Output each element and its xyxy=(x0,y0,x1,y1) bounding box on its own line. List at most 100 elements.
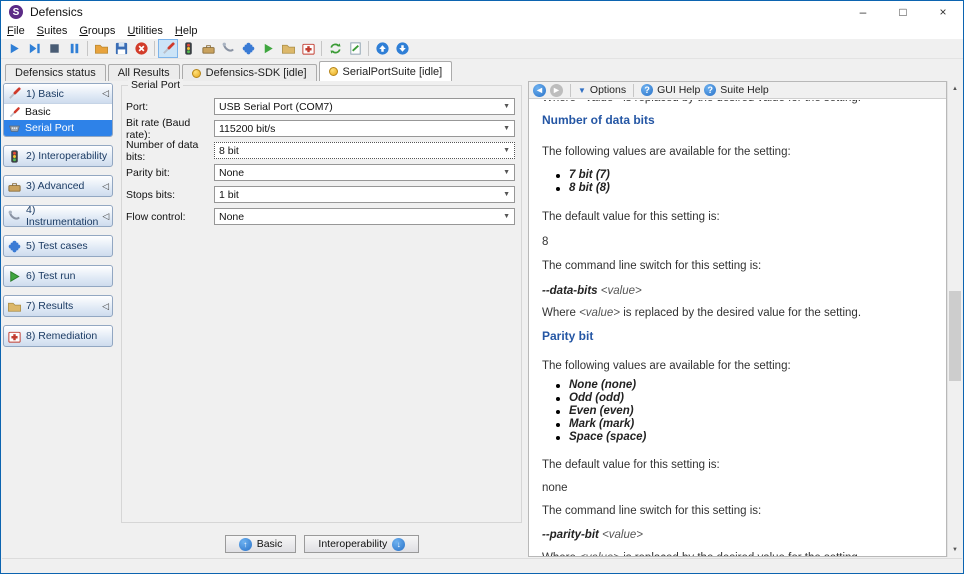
serial-port-groupbox: Serial Port Port: USB Serial Port (COM7)… xyxy=(121,85,522,523)
maximize-button[interactable]: □ xyxy=(883,1,923,23)
pause-icon[interactable] xyxy=(64,39,84,58)
help-text: The following values are available for t… xyxy=(542,359,940,373)
data-bits-select[interactable]: 8 bit▼ xyxy=(214,142,515,159)
compare-settings-icon[interactable] xyxy=(325,39,345,58)
menu-suites[interactable]: Suites xyxy=(31,24,74,38)
defensics-window: S Defensics – □ × File Suites Groups Uti… xyxy=(0,0,964,574)
selected-value: 8 bit xyxy=(219,145,239,157)
flow-control-select[interactable]: None▼ xyxy=(214,208,515,225)
advanced-icon[interactable] xyxy=(198,39,218,58)
test-cases-icon[interactable] xyxy=(238,39,258,58)
sidebar-item-instrumentation[interactable]: 4) Instrumentation ◁ xyxy=(4,206,112,226)
scrollbar-thumb[interactable] xyxy=(949,291,961,381)
port-select[interactable]: USB Serial Port (COM7)▼ xyxy=(214,98,515,115)
run-icon[interactable] xyxy=(4,39,24,58)
field-label-flow-control: Flow control: xyxy=(126,211,214,223)
interoperability-icon[interactable] xyxy=(178,39,198,58)
sidebar-item-label: 1) Basic xyxy=(26,88,64,100)
clipped-line: Where <value> is replaced by the desired… xyxy=(542,100,940,105)
basic-settings-icon[interactable] xyxy=(158,39,178,58)
minimize-button[interactable]: – xyxy=(843,1,883,23)
tab-serialportsuite[interactable]: SerialPortSuite [idle] xyxy=(319,61,453,81)
tab-label: SerialPortSuite [idle] xyxy=(343,66,443,78)
report-icon[interactable] xyxy=(345,39,365,58)
sidebar-item-label: 8) Remediation xyxy=(26,330,97,342)
collapse-arrow-icon[interactable]: ◁ xyxy=(102,301,109,312)
forward-icon[interactable]: ► xyxy=(550,84,563,97)
help-heading-data-bits: Number of data bits xyxy=(542,113,940,127)
sidebar-item-interoperability[interactable]: 2) Interoperability xyxy=(4,146,112,166)
interoperability-nav-button[interactable]: Interoperability ↓ xyxy=(304,535,419,553)
sidebar-item-basic-group[interactable]: 1) Basic ◁ xyxy=(4,84,112,104)
scroll-down-icon[interactable]: ▼ xyxy=(948,542,962,557)
tab-defensics-status[interactable]: Defensics status xyxy=(5,64,106,81)
stop-icon[interactable] xyxy=(44,39,64,58)
list-item: 7 bit (7) xyxy=(569,169,940,182)
suite-help-button[interactable]: Suite Help xyxy=(720,84,768,96)
chevron-down-icon: ▼ xyxy=(503,191,510,198)
test-run-icon xyxy=(7,269,22,284)
parity-bit-select[interactable]: None▼ xyxy=(214,164,515,181)
menu-file[interactable]: File xyxy=(1,24,31,38)
back-icon[interactable]: ◄ xyxy=(533,84,546,97)
test-run-icon[interactable] xyxy=(258,39,278,58)
toolbar-separator xyxy=(154,41,155,56)
step-navigation: ↑ Basic Interoperability ↓ xyxy=(119,535,525,553)
selected-value: 115200 bit/s xyxy=(219,123,275,135)
toolbar-separator xyxy=(321,41,322,56)
results-icon[interactable] xyxy=(278,39,298,58)
where-line: Where <value> is replaced by the desired… xyxy=(542,306,940,320)
sidebar-item-advanced[interactable]: 3) Advanced ◁ xyxy=(4,176,112,196)
menu-utilities[interactable]: Utilities xyxy=(121,24,168,38)
save-settings-icon[interactable] xyxy=(111,39,131,58)
selected-value: None xyxy=(219,211,244,223)
switch-line: --parity-bit <value> xyxy=(542,528,940,542)
sidebar-item-label: 3) Advanced xyxy=(26,180,84,192)
scroll-up-icon[interactable]: ▲ xyxy=(948,81,962,96)
close-button[interactable]: × xyxy=(923,1,963,23)
list-item: Odd (odd) xyxy=(569,392,940,405)
toolbar-separator xyxy=(633,84,634,97)
list-item: Mark (mark) xyxy=(569,418,940,431)
instrumentation-icon[interactable] xyxy=(218,39,238,58)
button-label: Interoperability xyxy=(318,538,387,550)
move-up-icon[interactable] xyxy=(372,39,392,58)
options-button[interactable]: Options xyxy=(590,84,626,96)
bit-rate-select[interactable]: 115200 bit/s▼ xyxy=(214,120,515,137)
sidebar-item-label: 6) Test run xyxy=(26,270,75,282)
sidebar-group: 5) Test cases xyxy=(3,235,113,257)
stops-bits-select[interactable]: 1 bit▼ xyxy=(214,186,515,203)
field-label-bit-rate: Bit rate (Baud rate): xyxy=(126,117,214,141)
sidebar-item-test-cases[interactable]: 5) Test cases xyxy=(4,236,112,256)
switch-name: --parity-bit xyxy=(542,529,599,541)
sidebar-item-results[interactable]: 7) Results ◁ xyxy=(4,296,112,316)
down-arrow-icon: ↓ xyxy=(392,538,405,551)
value-list: 7 bit (7) 8 bit (8) xyxy=(542,169,940,195)
sidebar-item-remediation[interactable]: 8) Remediation xyxy=(4,326,112,346)
remediation-icon[interactable] xyxy=(298,39,318,58)
sidebar-item-test-run[interactable]: 6) Test run xyxy=(4,266,112,286)
abort-icon[interactable] xyxy=(131,39,151,58)
basic-nav-button[interactable]: ↑ Basic xyxy=(225,535,297,553)
status-bar xyxy=(2,558,962,572)
sidebar-item-basic[interactable]: Basic xyxy=(4,104,112,120)
resume-icon[interactable] xyxy=(24,39,44,58)
menu-help[interactable]: Help xyxy=(169,24,204,38)
sidebar-item-label: 7) Results xyxy=(26,300,73,312)
collapse-arrow-icon[interactable]: ◁ xyxy=(102,181,109,192)
instrumentation-icon xyxy=(7,209,22,224)
selected-value: USB Serial Port (COM7) xyxy=(219,101,333,113)
tab-defensics-sdk[interactable]: Defensics-SDK [idle] xyxy=(182,64,317,81)
sidebar-item-label: 2) Interoperability xyxy=(26,150,107,162)
collapse-arrow-icon[interactable]: ◁ xyxy=(102,211,109,222)
move-down-icon[interactable] xyxy=(392,39,412,58)
collapse-arrow-icon[interactable]: ◁ xyxy=(102,88,109,99)
sidebar-item-serial-port[interactable]: Serial Port xyxy=(4,120,112,136)
load-settings-icon[interactable] xyxy=(91,39,111,58)
help-text: The command line switch for this setting… xyxy=(542,259,940,273)
menu-groups[interactable]: Groups xyxy=(73,24,121,38)
gui-help-button[interactable]: GUI Help xyxy=(657,84,700,96)
help-scrollbar[interactable]: ▲ ▼ xyxy=(947,81,962,557)
title-bar: S Defensics – □ × xyxy=(1,1,963,23)
sidebar-item-label: 5) Test cases xyxy=(26,240,88,252)
